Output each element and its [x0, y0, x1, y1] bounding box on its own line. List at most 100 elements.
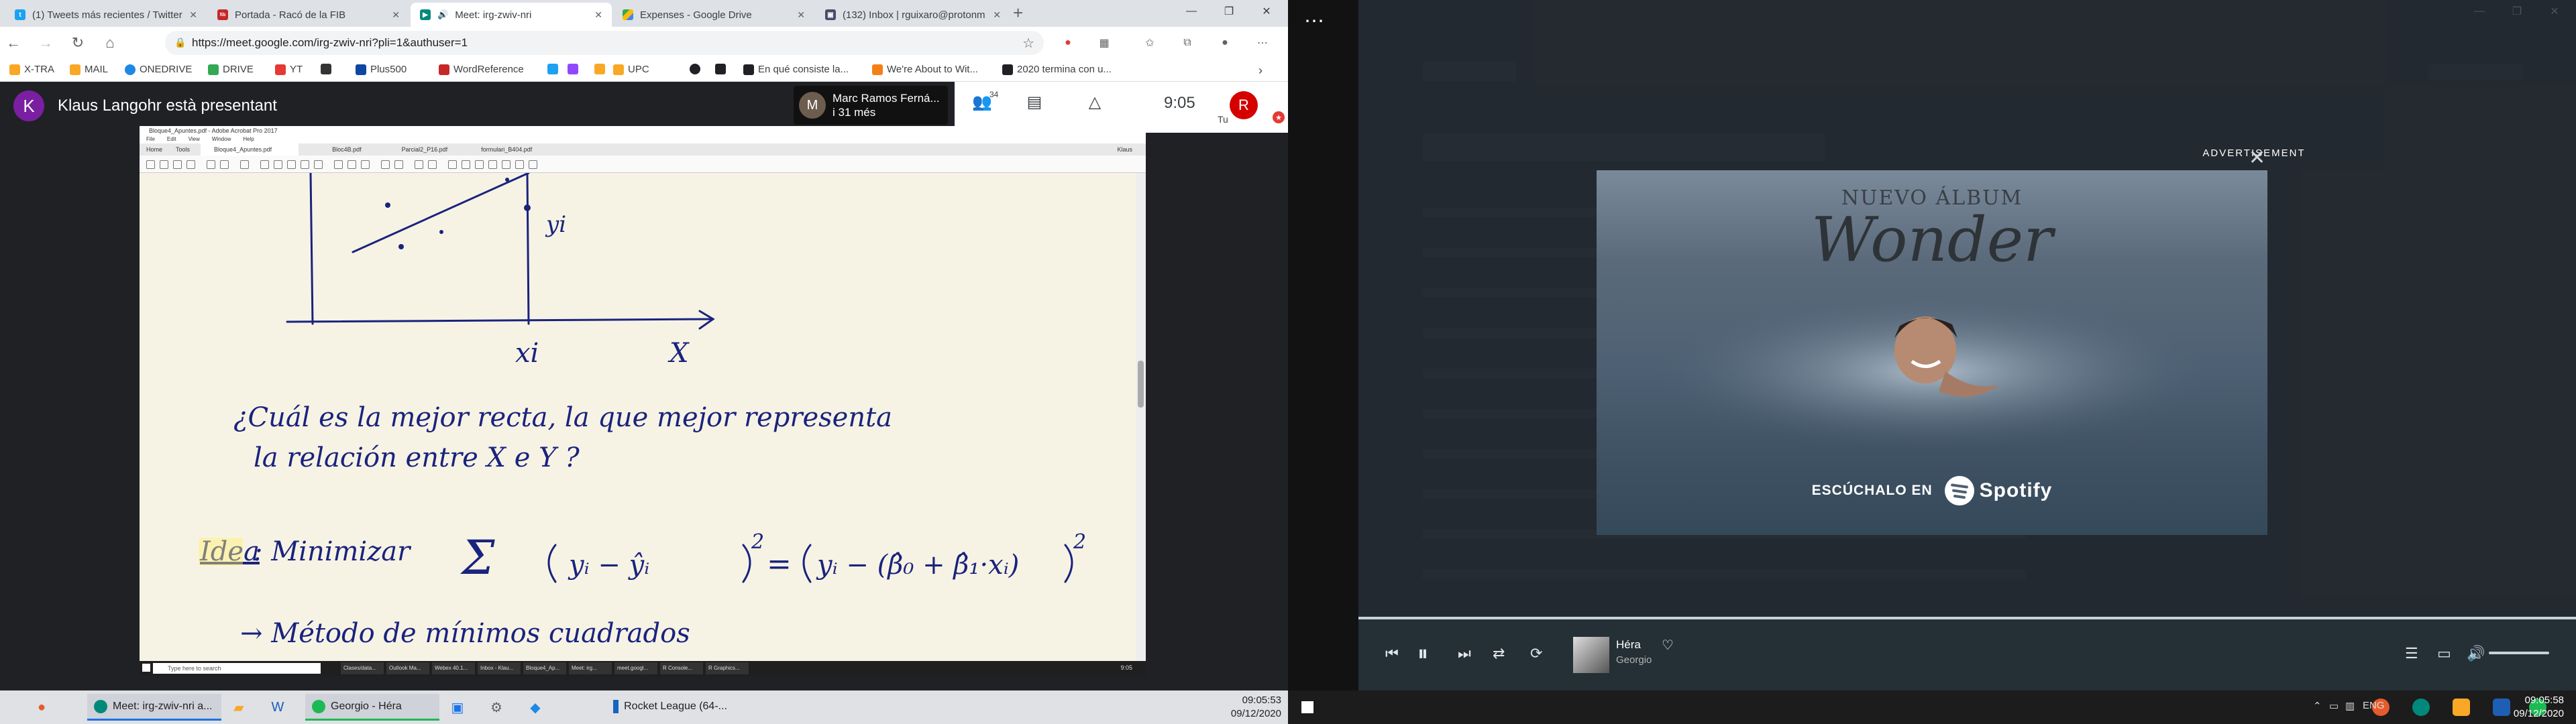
taskbar-app-meet[interactable]: Meet: irg-zwiv-nri a...	[87, 694, 221, 721]
file-explorer-icon[interactable]: ▰	[227, 695, 251, 719]
equation-exponent: 2	[1073, 530, 1086, 554]
bookmark-yt[interactable]: YT	[275, 64, 303, 75]
profile-icon[interactable]: ●	[1216, 34, 1234, 52]
chevron-right-icon[interactable]: ›	[1258, 64, 1263, 78]
chat-button[interactable]: ▤	[1016, 93, 1053, 112]
meet-area: K Klaus Langohr està presentant M Marc R…	[0, 82, 1288, 690]
word-icon[interactable]: W	[266, 695, 290, 719]
favorites-icon[interactable]: ✩	[1140, 34, 1159, 52]
edge-icon	[94, 699, 107, 713]
windows-icon[interactable]	[1301, 701, 1313, 713]
pdf-page: yi xi X ¿Cuál es la mejor recta, la que …	[140, 172, 1136, 661]
battery-icon[interactable]: ▭	[2329, 700, 2339, 712]
tool-icon	[394, 160, 403, 169]
firefox-icon[interactable]: ●	[30, 695, 54, 719]
ad-banner[interactable]: NUEVO ÁLBUM Wonder ESCÚCHALO EN Spotify	[1597, 170, 2267, 535]
extension-icon[interactable]: ▦	[1095, 34, 1114, 52]
speaker-icon[interactable]: 🔊	[437, 9, 448, 20]
more-options-icon[interactable]: ⋯	[1304, 9, 1326, 33]
bookmark-drive[interactable]: DRIVE	[208, 64, 254, 75]
scroll-thumb[interactable]	[1138, 361, 1144, 408]
bookmark-twitter[interactable]	[547, 64, 558, 74]
bookmark-plus500[interactable]: Plus500	[356, 64, 407, 75]
tab-twitter[interactable]: t (1) Tweets más recientes / Twitter ✕	[5, 3, 207, 27]
self-avatar[interactable]: R	[1230, 91, 1258, 119]
volume-icon[interactable]: 🔊	[2467, 645, 2485, 662]
heart-icon[interactable]: ♡	[1662, 637, 1674, 654]
home-button[interactable]: ⌂	[97, 29, 123, 56]
close-icon[interactable]: ✕	[797, 9, 805, 21]
bookmark-wordreference[interactable]: WordReference	[439, 64, 524, 75]
maximize-button[interactable]: ❐	[1210, 0, 1248, 23]
new-tab-button[interactable]: +	[1013, 3, 1023, 23]
track-title[interactable]: Héra	[1616, 638, 1641, 652]
close-window-button[interactable]: ✕	[1248, 0, 1285, 23]
tool-icon	[448, 160, 457, 169]
album-cover[interactable]	[1573, 637, 1609, 673]
tab-meet[interactable]: ▶ 🔊 Meet: irg-zwiv-nri ✕	[411, 3, 612, 27]
chevron-up-icon[interactable]: ⌃	[2313, 700, 2322, 712]
taskbar-app-rocket-league[interactable]: Rocket League (64-...	[606, 694, 734, 721]
bookmark-folder[interactable]	[594, 64, 605, 74]
file-explorer-icon[interactable]	[2453, 699, 2470, 716]
back-button[interactable]: ←	[0, 29, 27, 56]
data-point	[398, 244, 404, 249]
tab-raco-fib[interactable]: fib Portada - Racó de la FIB ✕	[208, 3, 409, 27]
close-icon[interactable]: ✕	[2249, 146, 2265, 170]
site-icon	[1002, 64, 1013, 75]
bookmark-twitch[interactable]	[568, 64, 578, 74]
bookmark-upc[interactable]: UPC	[613, 64, 649, 75]
opera-icon[interactable]: ●	[1059, 34, 1077, 52]
track-artist[interactable]: Georgio	[1616, 654, 1652, 666]
tab-drive[interactable]: Expenses - Google Drive ✕	[613, 3, 814, 27]
next-icon[interactable]: ⏭	[1458, 645, 1471, 662]
pause-icon[interactable]: ⏸	[1417, 641, 1428, 666]
clock[interactable]: 09:05:53 09/12/2020	[1231, 694, 1281, 721]
screen-icon[interactable]: ▣	[445, 695, 470, 719]
taskbar-app-spotify[interactable]: Georgio - Héra	[305, 694, 439, 721]
word-icon[interactable]	[2493, 699, 2510, 716]
forward-button[interactable]: →	[32, 29, 59, 56]
protonmail-icon: ▣	[825, 9, 836, 20]
shuffle-icon[interactable]: ⇄	[1493, 645, 1505, 662]
address-bar[interactable]: 🔒 https://meet.google.com/irg-zwiv-nri?p…	[165, 31, 1044, 55]
bookmark-c2[interactable]	[715, 64, 726, 74]
participant-tile[interactable]: M Marc Ramos Ferná... i 31 més	[794, 86, 948, 125]
bookmark-star-icon[interactable]: ☆	[1022, 35, 1034, 52]
devices-icon[interactable]: ▭	[2437, 645, 2451, 662]
bookmark-icon-only[interactable]	[321, 64, 331, 74]
clock-time: 09:05:53	[1242, 695, 1281, 706]
vscode-icon[interactable]: ◆	[523, 695, 547, 719]
tab-protonmail[interactable]: ▣ (132) Inbox | rguixaro@protonm... ✕	[816, 3, 1010, 27]
queue-icon[interactable]: ☰	[2405, 645, 2418, 662]
repeat-icon[interactable]: ⟳	[1530, 645, 1542, 662]
previous-icon[interactable]: ⏮	[1385, 645, 1399, 662]
close-icon[interactable]: ✕	[594, 9, 602, 21]
volume-slider[interactable]	[2489, 652, 2549, 654]
close-icon[interactable]: ✕	[993, 9, 1001, 21]
clock[interactable]: 09:05:58 09/12/2020	[2514, 694, 2564, 721]
bookmark-mail[interactable]: MAIL	[70, 64, 108, 75]
reload-button[interactable]: ↻	[64, 29, 91, 56]
bookmark-c1[interactable]	[690, 64, 700, 74]
settings-icon[interactable]: ⚙	[484, 695, 508, 719]
bookmark-x-tra[interactable]: X-TRA	[9, 64, 54, 75]
acrobat-tab: Home	[146, 146, 163, 153]
firefox-icon[interactable]	[2372, 699, 2390, 716]
menu-icon[interactable]: ⋯	[1253, 34, 1272, 52]
close-icon[interactable]: ✕	[189, 9, 197, 21]
edge-icon[interactable]	[2412, 699, 2430, 716]
collections-icon[interactable]: ⧉	[1178, 34, 1197, 52]
minimize-button[interactable]: —	[1173, 0, 1210, 23]
people-button[interactable]: 👥 34	[964, 90, 1000, 112]
ad-cta[interactable]: ESCÚCHALO EN Spotify	[1597, 476, 2267, 505]
activities-button[interactable]: △	[1077, 93, 1113, 112]
network-icon[interactable]: ▥	[2345, 700, 2355, 712]
bookmark-onedrive[interactable]: ONEDRIVE	[125, 64, 192, 75]
youtube-icon	[275, 64, 286, 75]
bookmark-en-que[interactable]: En qué consiste la...	[743, 64, 849, 75]
bookmark-were-about[interactable]: We're About to Wit...	[872, 64, 978, 75]
bookmark-2020[interactable]: 2020 termina con u...	[1002, 64, 1112, 75]
close-icon[interactable]: ✕	[392, 9, 400, 21]
pdf-scrollbar[interactable]	[1136, 173, 1146, 661]
